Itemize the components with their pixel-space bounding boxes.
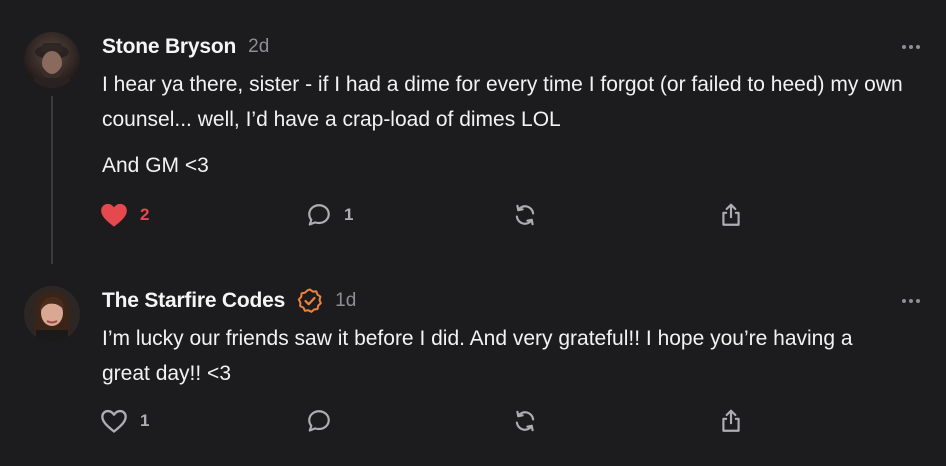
reply-count: 1 <box>344 205 354 224</box>
avatar[interactable] <box>24 286 80 342</box>
post-paragraph: I hear ya there, sister - if I had a dim… <box>102 73 903 131</box>
post-time[interactable]: 1d <box>335 290 356 312</box>
post-stone-bryson: Stone Bryson 2d I hear ya there, sister … <box>0 0 946 282</box>
like-count: 1 <box>140 411 150 430</box>
repost-button[interactable] <box>512 200 538 230</box>
share-icon <box>718 408 744 434</box>
post-body: I’m lucky our friends saw it before I di… <box>102 321 902 391</box>
reply-button[interactable] <box>306 406 332 436</box>
repost-button[interactable] <box>512 406 538 436</box>
verified-badge-icon <box>297 288 323 314</box>
heart-outline-icon <box>100 408 128 434</box>
like-count: 2 <box>140 205 150 224</box>
author-name[interactable]: Stone Bryson <box>102 35 236 59</box>
like-button[interactable]: 2 <box>100 200 149 230</box>
like-button[interactable]: 1 <box>100 406 149 436</box>
post-paragraph: I’m lucky our friends saw it before I di… <box>102 327 853 385</box>
avatar[interactable] <box>24 32 80 88</box>
heart-filled-icon <box>100 202 128 228</box>
share-button[interactable] <box>718 406 744 436</box>
reply-button[interactable]: 1 <box>306 200 353 230</box>
post-paragraph: And GM <3 <box>102 154 209 177</box>
thread-line <box>51 96 53 264</box>
repost-icon <box>512 202 538 228</box>
post-body: I hear ya there, sister - if I had a dim… <box>102 67 932 183</box>
post-header: Stone Bryson 2d <box>102 33 269 61</box>
share-icon <box>718 202 744 228</box>
post-starfire-codes: The Starfire Codes 1d I’m lucky our frie… <box>0 282 946 466</box>
more-options-icon[interactable] <box>902 299 920 303</box>
share-button[interactable] <box>718 200 744 230</box>
more-options-icon[interactable] <box>902 45 920 49</box>
speech-bubble-icon <box>306 408 332 434</box>
post-header: The Starfire Codes 1d <box>102 287 356 315</box>
post-time[interactable]: 2d <box>248 36 269 58</box>
author-name[interactable]: The Starfire Codes <box>102 289 285 313</box>
repost-icon <box>512 408 538 434</box>
speech-bubble-icon <box>306 202 332 228</box>
